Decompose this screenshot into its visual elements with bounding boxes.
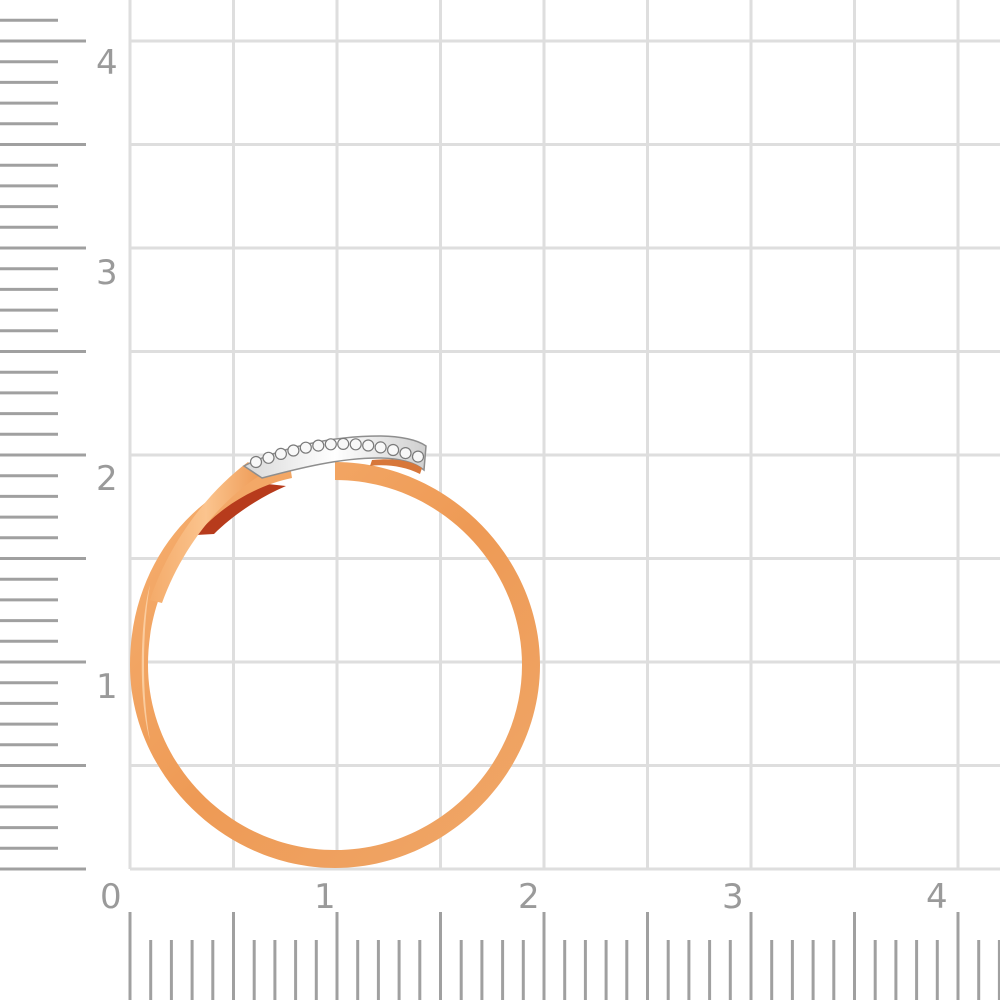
measurement-photo: 1 2 3 4 0 1 2 3 4 [0,0,1000,1000]
bottom-ruler [128,912,1000,1000]
x-tick-label: 1 [314,877,336,917]
diamond-stone [349,438,362,451]
diamond-stone [312,439,325,452]
x-tick-label: 4 [926,877,948,917]
diamond-stone [249,455,263,469]
diamond-stone [387,443,400,457]
y-tick-label: 4 [96,43,118,83]
diamond-stone [287,444,300,457]
diamond-stone [399,447,412,460]
y-tick-label: 3 [96,253,118,293]
y-axis-labels: 1 2 3 4 [96,43,118,707]
x-axis-labels: 0 1 2 3 4 [100,877,948,917]
diamond-stone [324,438,337,451]
diamond-stone [362,439,375,452]
diamond-stone [299,441,312,454]
diamond-stone [411,450,425,463]
x-tick-label: 3 [722,877,744,917]
diamond-stone [274,447,287,460]
x-tick-label: 0 [100,877,122,917]
diamond-stone [374,441,387,454]
ring-photo [130,435,540,868]
left-ruler [0,18,86,871]
y-tick-label: 1 [96,667,118,707]
x-tick-label: 2 [518,877,540,917]
diamond-stone [337,437,350,450]
diamond-stone [262,451,275,464]
background-grid [128,0,1000,871]
y-tick-label: 2 [96,459,118,499]
